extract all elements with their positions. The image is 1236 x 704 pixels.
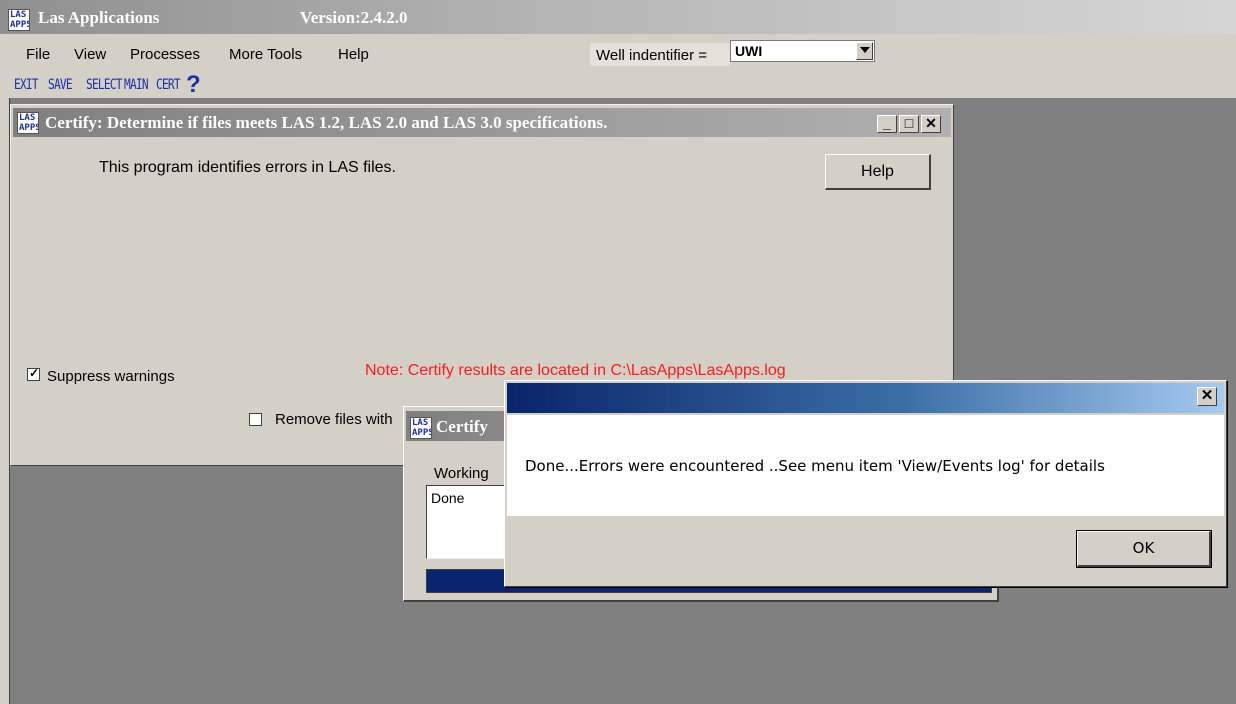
certify-note: Note: Certify results are located in C:\… <box>365 362 786 379</box>
app-version: Version:2.4.2.0 <box>300 8 408 27</box>
app-logo-icon: LAS APPS <box>8 9 30 31</box>
app-title: Las Applications <box>38 8 160 27</box>
ok-button[interactable]: OK <box>1076 530 1212 568</box>
menu-more-tools[interactable]: More Tools <box>229 46 302 63</box>
remove-files-checkbox[interactable] <box>249 413 262 426</box>
dialog-close-icon[interactable]: ✕ <box>1197 387 1217 406</box>
certify-titlebar: LAS APPS Certify: Determine if files mee… <box>13 108 951 137</box>
checkmark-icon: ✓ <box>29 366 40 380</box>
well-identifier-value: UWI <box>735 43 763 59</box>
app-titlebar: LAS APPS Las Applications Version:2.4.2.… <box>0 0 1236 34</box>
menu-processes[interactable]: Processes <box>130 46 200 63</box>
select-button[interactable]: SELECT <box>86 77 122 95</box>
dialog-body: Done...Errors were encountered ..See men… <box>507 415 1224 516</box>
workspace-left-border <box>0 98 10 704</box>
dialog-titlebar <box>507 383 1224 413</box>
list-item: Done <box>431 490 465 506</box>
suppress-warnings-label: Suppress warnings <box>47 368 175 385</box>
question-mark-icon[interactable]: ? <box>186 73 212 97</box>
certify-title: Certify: Determine if files meets LAS 1.… <box>45 113 608 132</box>
dialog-message: Done...Errors were encountered ..See men… <box>525 457 1105 475</box>
working-label: Working <box>434 465 489 482</box>
dropdown-arrow-icon[interactable] <box>856 42 873 60</box>
suppress-warnings-checkbox[interactable]: ✓ <box>27 366 40 381</box>
certify-description: This program identifies errors in LAS fi… <box>99 159 396 176</box>
message-dialog: ✕ Done...Errors were encountered ..See m… <box>504 380 1227 587</box>
well-identifier-select[interactable]: UWI <box>730 40 875 62</box>
minimize-icon[interactable]: _ <box>877 115 897 133</box>
cert-button[interactable]: CERT <box>156 77 181 95</box>
well-identifier-label: Well indentifier = <box>596 47 708 64</box>
menu-file[interactable]: File <box>26 46 50 63</box>
menu-view[interactable]: View <box>74 46 106 63</box>
certify-logo-icon: LAS APPS <box>17 112 39 134</box>
progress-title: Certify <box>436 417 488 436</box>
help-button[interactable]: Help <box>825 154 931 190</box>
remove-files-label: Remove files with <box>275 411 393 428</box>
progress-logo-icon: LAS APPS <box>410 417 432 439</box>
save-button[interactable]: SAVE <box>48 77 73 95</box>
maximize-icon[interactable]: □ <box>899 115 919 133</box>
menu-help[interactable]: Help <box>338 46 369 63</box>
exit-button[interactable]: EXIT <box>14 77 39 95</box>
close-icon[interactable]: ✕ <box>921 115 941 133</box>
main-button[interactable]: MAIN <box>124 77 149 95</box>
